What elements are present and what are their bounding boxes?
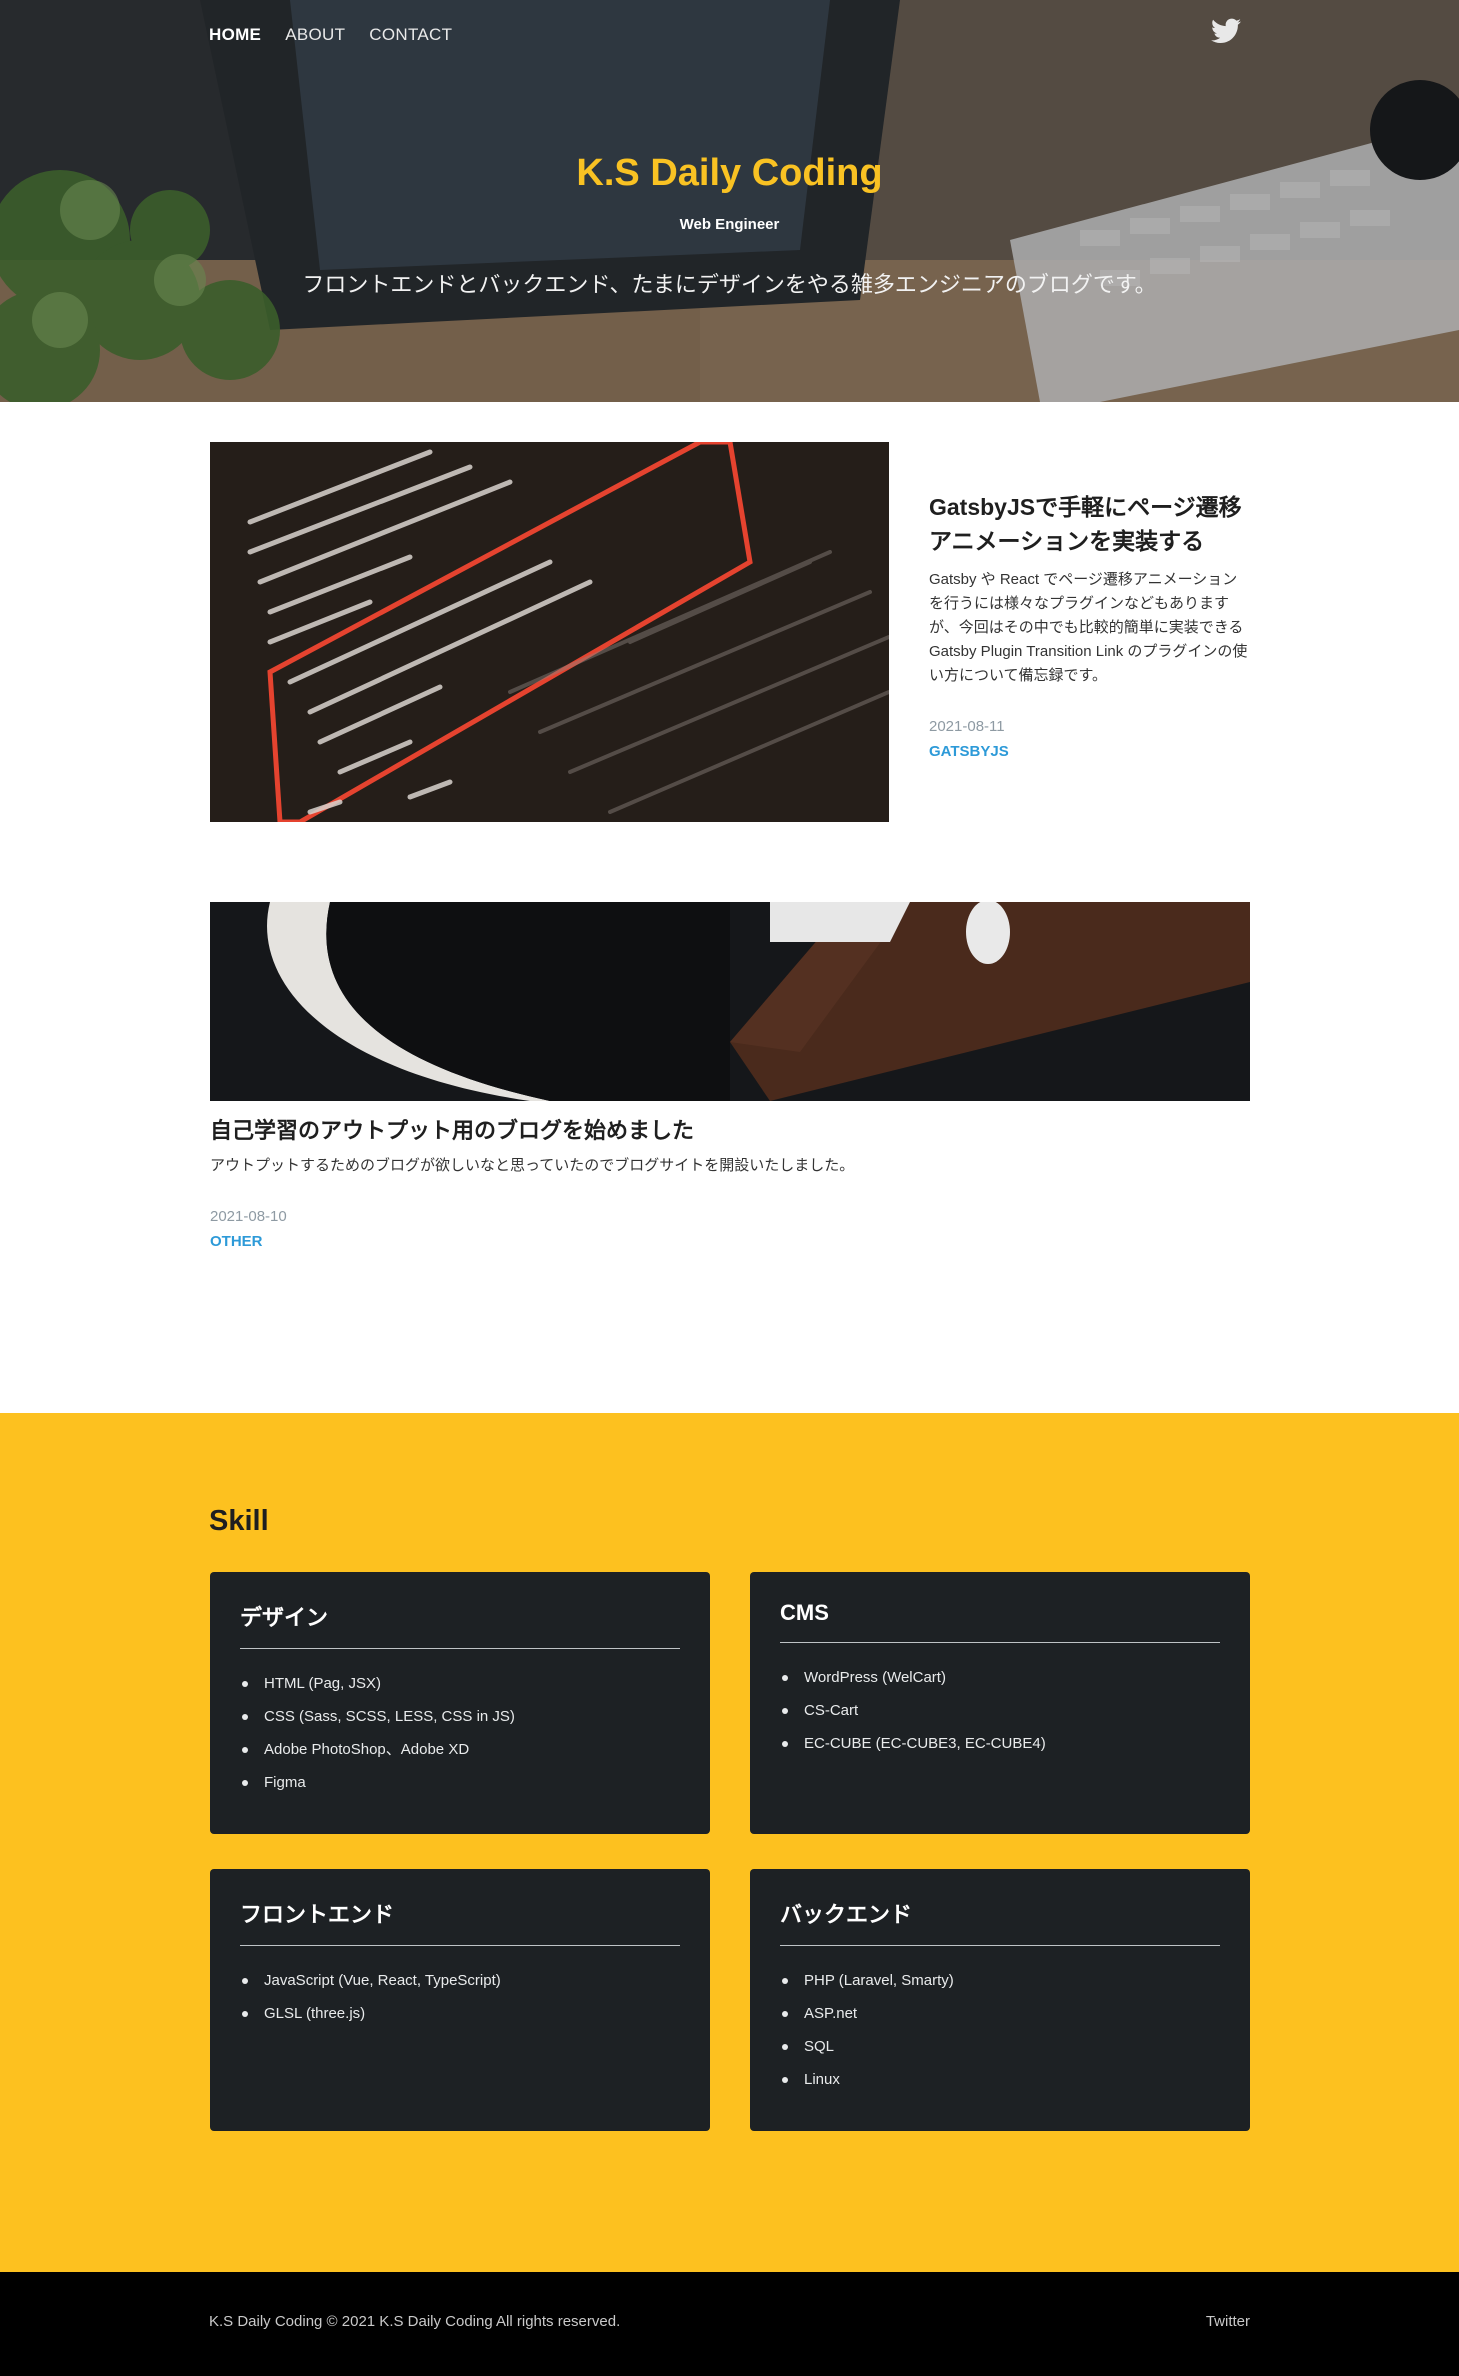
skill-card-frontend: フロントエンド JavaScript (Vue, React, TypeScri… (210, 1869, 710, 2131)
main-nav: HOME ABOUT CONTACT (209, 25, 452, 45)
site-subtitle: Web Engineer (679, 216, 780, 233)
skill-card-backend: バックエンド PHP (Laravel, Smarty) ASP.net SQL… (750, 1869, 1250, 2131)
skill-card-title: CMS (780, 1600, 1220, 1643)
post-card-2: 自己学習のアウトプット用のブログを始めました アウトプットするためのブログが欲し… (210, 1114, 1250, 1251)
list-item: WordPress (WelCart) (780, 1661, 1220, 1694)
skill-card-design: デザイン HTML (Pag, JSX) CSS (Sass, SCSS, LE… (210, 1572, 710, 1834)
skill-heading: Skill (209, 1505, 269, 1537)
hero-header: HOME ABOUT CONTACT K.S Daily Coding Web … (0, 0, 1459, 402)
post-date: 2021-08-10 (210, 1208, 287, 1225)
post-excerpt: アウトプットするためのブログが欲しいなと思っていたのでブログサイトを開設いたしま… (210, 1157, 855, 1174)
post-tag[interactable]: GATSBYJS (929, 743, 1009, 760)
skill-card-title: デザイン (240, 1600, 680, 1649)
footer: K.S Daily Coding © 2021 K.S Daily Coding… (0, 2272, 1459, 2376)
list-item: ASP.net (780, 1997, 1220, 2030)
nav-home[interactable]: HOME (209, 25, 261, 45)
list-item: CS-Cart (780, 1694, 1220, 1727)
post-card-1: GatsbyJSで手軽にページ遷移アニメーションを実装する Gatsby や R… (929, 490, 1251, 761)
skill-list: PHP (Laravel, Smarty) ASP.net SQL Linux (780, 1964, 1220, 2096)
list-item: EC-CUBE (EC-CUBE3, EC-CUBE4) (780, 1727, 1220, 1760)
post-thumbnail-1[interactable] (210, 442, 889, 822)
post-excerpt: Gatsby や React でページ遷移アニメーションを行うには様々なプラグイ… (929, 571, 1248, 684)
skill-list: JavaScript (Vue, React, TypeScript) GLSL… (240, 1964, 680, 2030)
list-item: HTML (Pag, JSX) (240, 1667, 680, 1700)
list-item: Figma (240, 1766, 680, 1799)
nav-about[interactable]: ABOUT (285, 25, 345, 45)
footer-copyright: K.S Daily Coding © 2021 K.S Daily Coding… (209, 2313, 621, 2330)
skill-list: HTML (Pag, JSX) CSS (Sass, SCSS, LESS, C… (240, 1667, 680, 1799)
twitter-icon[interactable] (1211, 18, 1241, 44)
twitter-bird-icon (1211, 18, 1241, 43)
site-title: K.S Daily Coding (576, 152, 883, 194)
code-screen-image (210, 442, 889, 822)
list-item: PHP (Laravel, Smarty) (780, 1964, 1220, 1997)
list-item: JavaScript (Vue, React, TypeScript) (240, 1964, 680, 1997)
nav-contact[interactable]: CONTACT (369, 25, 452, 45)
skill-card-title: フロントエンド (240, 1897, 680, 1946)
list-item: SQL (780, 2030, 1220, 2063)
list-item: GLSL (three.js) (240, 1997, 680, 2030)
post-title[interactable]: GatsbyJSで手軽にページ遷移アニメーションを実装する (929, 490, 1251, 558)
post-thumbnail-2[interactable] (210, 902, 1250, 1101)
list-item: Adobe PhotoShop、Adobe XD (240, 1733, 680, 1766)
list-item: CSS (Sass, SCSS, LESS, CSS in JS) (240, 1700, 680, 1733)
skill-card-cms: CMS WordPress (WelCart) CS-Cart EC-CUBE … (750, 1572, 1250, 1834)
list-item: Linux (780, 2063, 1220, 2096)
desk-image (210, 902, 1250, 1101)
hero-overlay (0, 0, 1459, 402)
skill-card-title: バックエンド (780, 1897, 1220, 1946)
skill-section: Skill デザイン HTML (Pag, JSX) CSS (Sass, SC… (0, 1413, 1459, 2272)
skill-list: WordPress (WelCart) CS-Cart EC-CUBE (EC-… (780, 1661, 1220, 1760)
post-title[interactable]: 自己学習のアウトプット用のブログを始めました (210, 1114, 1250, 1148)
site-description: フロントエンドとバックエンド、たまにデザインをやる雑多エンジニアのブログです。 (302, 272, 1157, 297)
footer-twitter-link[interactable]: Twitter (1206, 2313, 1250, 2330)
post-tag[interactable]: OTHER (210, 1233, 263, 1250)
post-date: 2021-08-11 (929, 718, 1005, 735)
